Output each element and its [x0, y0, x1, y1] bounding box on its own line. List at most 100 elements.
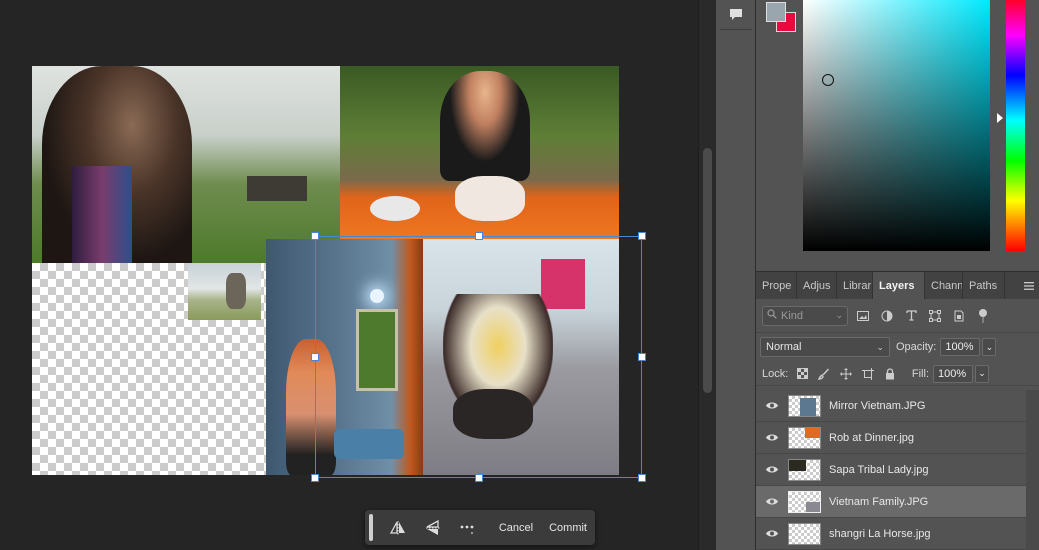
lock-fill-row: Lock: Fill: 100% ⌄	[756, 362, 1039, 386]
opacity-dropdown-icon[interactable]: ⌄	[982, 338, 997, 356]
lock-all-icon[interactable]	[882, 366, 898, 382]
shape-filter-icon[interactable]	[926, 307, 944, 325]
layer-row[interactable]: shangri La Horse.jpg	[756, 518, 1026, 550]
fill-field[interactable]: 100%	[933, 364, 973, 383]
teapot-shape	[455, 176, 525, 221]
layer-row[interactable]: Rob at Dinner.jpg	[756, 422, 1026, 454]
panel-menu-icon[interactable]	[1019, 272, 1039, 299]
tab-label: Paths	[969, 279, 998, 292]
collapsed-panel-dock	[716, 0, 756, 550]
opacity-field[interactable]: 100%	[940, 338, 981, 356]
kind-filter-select[interactable]: Kind ⌄	[762, 305, 848, 326]
fill-dropdown-icon[interactable]: ⌄	[975, 364, 989, 383]
layer-row[interactable]: Sapa Tribal Lady.jpg	[756, 454, 1026, 486]
layer-image-rob-at-dinner[interactable]	[340, 66, 619, 241]
tab-properties[interactable]: Prope	[756, 272, 797, 299]
eye-icon[interactable]	[756, 497, 788, 506]
flip-horizontal-icon[interactable]	[387, 515, 410, 541]
eye-icon[interactable]	[756, 401, 788, 410]
layer-row[interactable]: Mirror Vietnam.JPG	[756, 390, 1026, 422]
chevron-down-icon: ⌄	[876, 341, 884, 352]
tab-paths[interactable]: Paths	[963, 272, 1005, 299]
layer-row-selected[interactable]: Vietnam Family.JPG	[756, 486, 1026, 518]
lock-label: Lock:	[762, 367, 789, 380]
tab-label: Adjus	[803, 279, 831, 292]
thumbnail-image	[806, 501, 820, 512]
plate-shape	[370, 196, 420, 221]
search-icon	[767, 309, 777, 322]
handle-top-right[interactable]	[638, 232, 646, 240]
chevron-down-icon: ⌄	[835, 310, 843, 320]
comments-icon[interactable]	[720, 0, 752, 30]
transform-bounding-box[interactable]	[311, 232, 646, 482]
eye-icon[interactable]	[756, 465, 788, 474]
hue-pointer[interactable]	[997, 113, 1003, 123]
fill-value: 100%	[938, 367, 967, 380]
layers-scrollbar[interactable]	[1026, 390, 1039, 550]
scarf-shape	[72, 166, 132, 263]
smart-object-filter-icon[interactable]	[950, 307, 968, 325]
lock-position-icon[interactable]	[838, 366, 854, 382]
house-shape	[247, 176, 307, 201]
blend-mode-select[interactable]: Normal ⌄	[760, 337, 890, 357]
eye-icon[interactable]	[756, 529, 788, 538]
handle-top-left[interactable]	[311, 232, 319, 240]
thumbnail-image	[805, 427, 820, 438]
layer-name[interactable]: Vietnam Family.JPG	[829, 496, 928, 508]
layer-thumbnail	[788, 426, 821, 449]
handle-middle-right[interactable]	[638, 353, 646, 361]
color-picker-ring[interactable]	[822, 74, 834, 86]
thumbnail-image	[789, 459, 806, 471]
layer-thumbnail	[788, 394, 821, 417]
handle-top-center[interactable]	[475, 232, 483, 240]
handle-bottom-left[interactable]	[311, 474, 319, 482]
layer-name[interactable]: shangri La Horse.jpg	[829, 528, 931, 540]
layer-name[interactable]: Rob at Dinner.jpg	[829, 432, 914, 444]
person-shape	[440, 71, 530, 181]
canvas-scrollbar-thumb[interactable]	[703, 148, 712, 393]
tab-layers[interactable]: Layers	[873, 272, 925, 299]
tab-label: Chann	[931, 279, 963, 292]
handle-middle-left[interactable]	[311, 353, 319, 361]
lock-transparency-icon[interactable]	[794, 366, 810, 382]
tab-adjustments[interactable]: Adjus	[797, 272, 837, 299]
saturation-brightness-field[interactable]	[803, 0, 990, 251]
flip-vertical-icon[interactable]	[421, 515, 444, 541]
horse-shape	[226, 273, 246, 309]
lock-pixels-icon[interactable]	[816, 366, 832, 382]
canvas-workspace[interactable]: Cancel Commit	[0, 0, 698, 550]
layer-image-shangri-la-horse[interactable]	[188, 263, 261, 320]
cancel-button[interactable]: Cancel	[491, 522, 541, 534]
layer-thumbnail	[788, 490, 821, 513]
layer-name[interactable]: Sapa Tribal Lady.jpg	[829, 464, 928, 476]
canvas-scrollbar[interactable]	[698, 0, 716, 550]
taskbar-drag-handle[interactable]	[369, 514, 373, 541]
hue-slider[interactable]	[1006, 0, 1025, 251]
layer-image-sapa-tribal-lady[interactable]	[32, 66, 340, 263]
layer-thumbnail	[788, 522, 821, 545]
panel-tab-bar: Prope Adjus Librar Layers Chann Paths	[756, 271, 1039, 299]
more-icon[interactable]	[456, 515, 479, 541]
image-filter-icon[interactable]	[854, 307, 872, 325]
tab-channels[interactable]: Chann	[925, 272, 963, 299]
layers-list: Mirror Vietnam.JPG Rob at Dinner.jpg Sap…	[756, 390, 1026, 550]
type-filter-icon[interactable]	[902, 307, 920, 325]
opacity-value: 100%	[945, 341, 974, 353]
thumbnail-image	[800, 397, 816, 416]
tab-libraries[interactable]: Librar	[837, 272, 873, 299]
color-picker-panel	[756, 0, 1039, 268]
adjustment-filter-icon[interactable]	[878, 307, 896, 325]
handle-bottom-center[interactable]	[475, 474, 483, 482]
commit-button[interactable]: Commit	[541, 522, 595, 534]
right-panel: Prope Adjus Librar Layers Chann Paths Ki…	[756, 0, 1039, 550]
filter-toggle-icon[interactable]	[974, 307, 992, 325]
lock-artboard-icon[interactable]	[860, 366, 876, 382]
layer-thumbnail	[788, 458, 821, 481]
eye-icon[interactable]	[756, 433, 788, 442]
tab-label: Layers	[879, 279, 915, 292]
handle-bottom-right[interactable]	[638, 474, 646, 482]
layer-name[interactable]: Mirror Vietnam.JPG	[829, 400, 925, 412]
layers-filter-bar: Kind ⌄	[756, 299, 1039, 333]
foreground-color-swatch[interactable]	[766, 2, 786, 22]
fill-label: Fill:	[911, 367, 929, 380]
